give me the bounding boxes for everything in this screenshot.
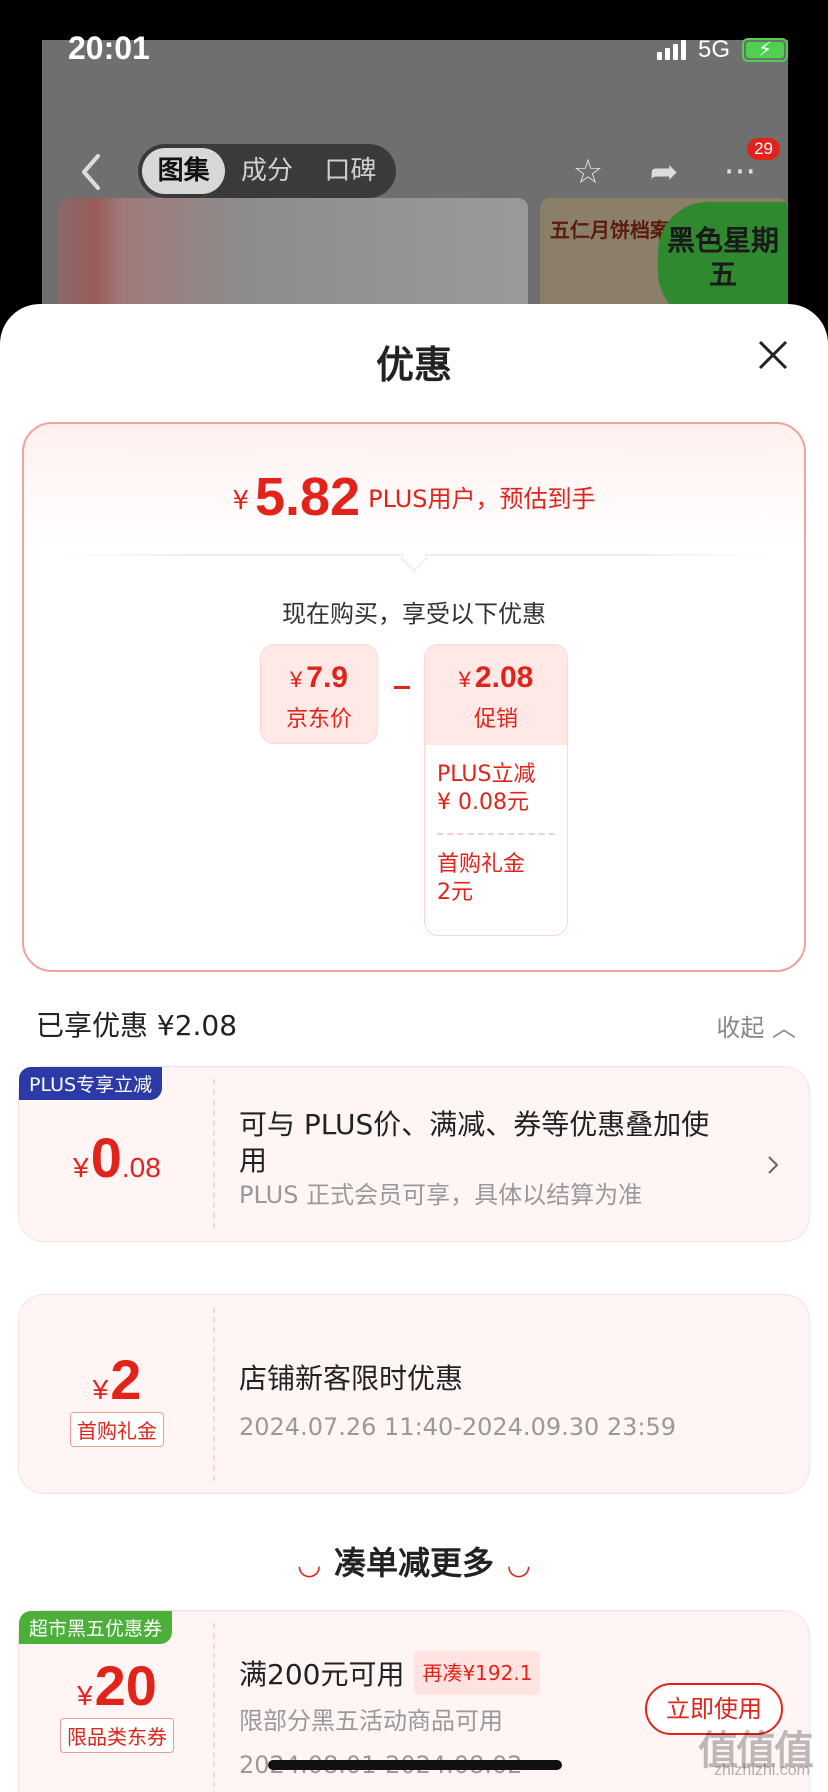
coupon-amount-int: 2 [110,1348,142,1411]
coupon-new-customer[interactable]: ¥2 首购礼金 店铺新客限时优惠 2024.07.26 11:40-2024.0… [18,1294,810,1494]
promo-item-title: PLUS立减 [437,762,536,787]
collapse-button[interactable]: 收起 ︿ [716,1008,796,1043]
currency-symbol: ¥ [92,1374,109,1405]
promo-item-value: 2元 [437,880,473,905]
coupon-amount-area: ¥20 限品类东券 [19,1611,215,1792]
coupon-amount-dec: .08 [121,1152,161,1183]
promo-item-value: ¥ 0.08元 [437,790,529,815]
network-label: 5G [697,36,730,63]
coupon-type-chip: 首购礼金 [70,1412,164,1447]
currency-symbol: ¥ [77,1680,93,1711]
status-indicators: 5G ⚡ [656,36,788,64]
dashed-separator [213,1307,215,1481]
watermark-site: zhizhizhi.com [713,1762,810,1779]
enjoyed-discount-row: 已享优惠 ¥2.08 收起 ︿ [36,1004,796,1043]
chevron-up-icon: ︿ [772,1014,796,1042]
signal-icon [656,40,686,60]
discount-sheet: 优惠 ¥5.82 PLUS用户，预估到手 现在购买，享受以下优惠 ¥7.9 京东价… [0,304,828,1792]
coupon-amount-area: ¥0.08 [19,1067,215,1241]
ornament-icon: ◡ [298,1548,320,1581]
promo-label: 促销 [473,707,518,732]
status-bar: 20:01 5G ⚡ [0,0,828,100]
coupon-amount-area: ¥2 首购礼金 [19,1295,215,1493]
share-icon[interactable]: ➦ [640,148,688,196]
notification-badge: 29 [747,138,780,160]
star-icon[interactable]: ☆ [564,148,612,196]
tab-reviews[interactable]: 口碑 [309,148,392,194]
estimated-price: ¥5.82 PLUS用户，预估到手 [24,466,804,528]
nav-actions: ☆ ➦ ··· 29 [564,138,780,196]
coupon-amount-int: 20 [94,1654,157,1717]
promo-item-title: 首购礼金 [437,852,526,877]
home-indicator[interactable] [268,1760,562,1770]
ornament-icon: ◡ [508,1548,530,1581]
chevron-right-icon [768,1156,779,1174]
section-title-text: 凑单减更多 [333,1544,494,1582]
tab-ingredients[interactable]: 成分 [225,148,308,194]
back-icon[interactable] [72,150,112,194]
coupon-title: 可与 PLUS价、满减、券等优惠叠加使用 [239,1108,710,1177]
jd-price-label: 京东价 [285,707,352,732]
promo-value: 2.08 [474,661,534,694]
section-title-more: ◡ 凑单减更多 ◡ [0,1538,828,1584]
promo-item-plus: PLUS立减 ¥ 0.08元 [425,745,567,817]
currency-symbol: ¥ [458,667,471,692]
coupon-validity: 2024.07.26 11:40-2024.09.30 23:59 [239,1413,677,1441]
jd-price-value: 7.9 [306,661,348,694]
estimated-label: PLUS用户，预估到手 [368,485,596,513]
dashed-separator [213,1079,215,1229]
coupon-threshold: 满200元可用 [239,1658,405,1691]
currency-symbol: ¥ [232,486,249,516]
estimated-amount: 5.82 [254,467,361,527]
close-icon[interactable] [756,338,790,372]
thumb-title: 五仁月饼档案 [550,218,670,242]
buy-now-text: 现在购买，享受以下优惠 [282,600,546,628]
collapse-label: 收起 [716,1014,765,1042]
product-nav-bar: 图集 成分 口碑 ☆ ➦ ··· 29 [42,138,788,204]
coupon-subtitle: PLUS 正式会员可享，具体以结算为准 [239,1181,643,1209]
jd-price-box: ¥7.9 京东价 [260,644,378,744]
promo-item-gift: 首购礼金 2元 [425,835,567,907]
minus-sign [394,686,410,689]
coupon-amount-int: 0 [90,1126,122,1189]
tab-gallery[interactable]: 图集 [142,148,226,194]
gallery-tabs: 图集 成分 口碑 [138,144,396,198]
price-breakdown-card: ¥5.82 PLUS用户，预估到手 现在购买，享受以下优惠 ¥7.9 京东价 ¥2… [22,422,806,972]
coupon-title: 店铺新客限时优惠 [239,1362,464,1395]
divider-notch [399,543,429,573]
more-icon[interactable]: ··· 29 [716,138,780,196]
promo-box: ¥2.08 促销 PLUS立减 ¥ 0.08元 首购礼金 2元 [424,644,568,936]
currency-symbol: ¥ [73,1152,89,1183]
add-on-amount-chip: 再凑¥192.1 [414,1651,541,1695]
sheet-title: 优惠 [375,343,452,387]
status-time: 20:01 [68,30,150,66]
dashed-separator [213,1623,215,1792]
coupon-type-chip: 限品类东券 [60,1718,174,1753]
enjoyed-discount-label: 已享优惠 ¥2.08 [36,1009,238,1042]
coupon-plus[interactable]: PLUS专享立减 ¥0.08 可与 PLUS价、满减、券等优惠叠加使用 PLUS… [18,1066,810,1242]
battery-icon: ⚡ [742,37,788,62]
currency-symbol: ¥ [290,667,303,692]
